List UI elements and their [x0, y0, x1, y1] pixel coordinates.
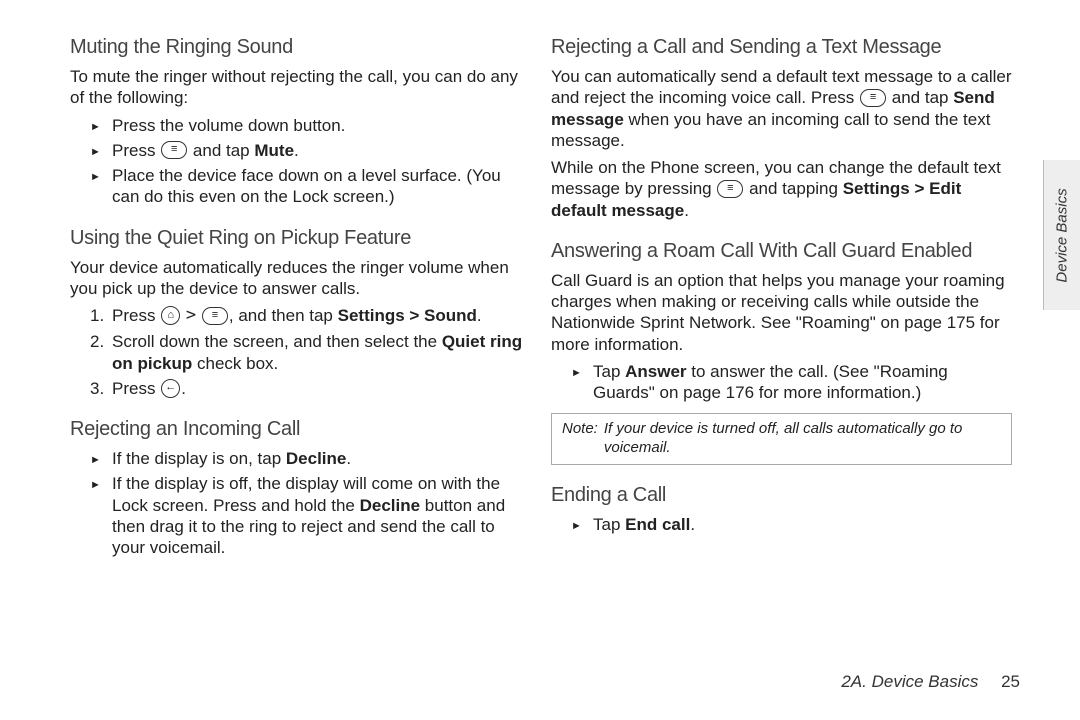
menu-button-icon: ≡	[717, 180, 743, 198]
step-1: 1. Press ⌂ > ≡, and then tap Settings > …	[90, 305, 531, 327]
para-mute-intro: To mute the ringer without rejecting the…	[70, 66, 531, 109]
end-call-list: Tap End call.	[551, 514, 1012, 535]
heading-end-call: Ending a Call	[551, 483, 1012, 508]
note-box: Note: If your device is turned off, all …	[551, 413, 1012, 465]
quiet-ring-steps: 1. Press ⌂ > ≡, and then tap Settings > …	[70, 305, 531, 399]
page-number: 25	[1001, 672, 1020, 691]
heading-rejecting: Rejecting an Incoming Call	[70, 417, 531, 442]
page-footer: 2A. Device Basics 25	[841, 672, 1020, 692]
end-call-item: Tap End call.	[571, 514, 1012, 535]
step-3: 3. Press ←.	[90, 378, 531, 399]
heading-quiet-ring: Using the Quiet Ring on Pickup Feature	[70, 226, 531, 251]
para-reject-text-1: You can automatically send a default tex…	[551, 66, 1012, 151]
triangle-icon	[571, 361, 593, 381]
bullet-face-down: Place the device face down on a level su…	[90, 165, 531, 208]
step-2: 2. Scroll down the screen, and then sele…	[90, 331, 531, 374]
left-column: Muting the Ringing Sound To mute the rin…	[70, 35, 531, 690]
thumb-tab-label: Device Basics	[1054, 188, 1071, 282]
para-quiet-ring: Your device automatically reduces the ri…	[70, 257, 531, 300]
heading-call-guard: Answering a Roam Call With Call Guard En…	[551, 239, 1012, 264]
reject-display-off: If the display is off, the display will …	[90, 473, 531, 558]
triangle-icon	[571, 514, 593, 534]
triangle-icon	[90, 165, 112, 185]
footer-section: 2A. Device Basics	[841, 672, 978, 691]
para-reject-text-2: While on the Phone screen, you can chang…	[551, 157, 1012, 221]
bullet-vol-down: Press the volume down button.	[90, 115, 531, 136]
thumb-tab: Device Basics	[1043, 160, 1080, 310]
para-call-guard: Call Guard is an option that helps you m…	[551, 270, 1012, 355]
bullet-press-mute: Press ≡ and tap Mute.	[90, 140, 531, 161]
triangle-icon	[90, 115, 112, 135]
call-guard-list: Tap Answer to answer the call. (See "Roa…	[551, 361, 1012, 404]
menu-button-icon: ≡	[202, 307, 228, 325]
home-button-icon: ⌂	[161, 306, 180, 325]
call-guard-answer: Tap Answer to answer the call. (See "Roa…	[571, 361, 1012, 404]
note-label: Note:	[562, 420, 598, 458]
triangle-icon	[90, 473, 112, 493]
heading-muting: Muting the Ringing Sound	[70, 35, 531, 60]
triangle-icon	[90, 140, 112, 160]
right-column: Rejecting a Call and Sending a Text Mess…	[551, 35, 1042, 690]
menu-button-icon: ≡	[860, 89, 886, 107]
reject-list: If the display is on, tap Decline. If th…	[70, 448, 531, 558]
reject-display-on: If the display is on, tap Decline.	[90, 448, 531, 469]
menu-button-icon: ≡	[161, 141, 187, 159]
back-button-icon: ←	[161, 379, 180, 398]
triangle-icon	[90, 448, 112, 468]
heading-reject-text: Rejecting a Call and Sending a Text Mess…	[551, 35, 1012, 60]
mute-list: Press the volume down button. Press ≡ an…	[70, 115, 531, 208]
note-text: If your device is turned off, all calls …	[604, 420, 1001, 458]
